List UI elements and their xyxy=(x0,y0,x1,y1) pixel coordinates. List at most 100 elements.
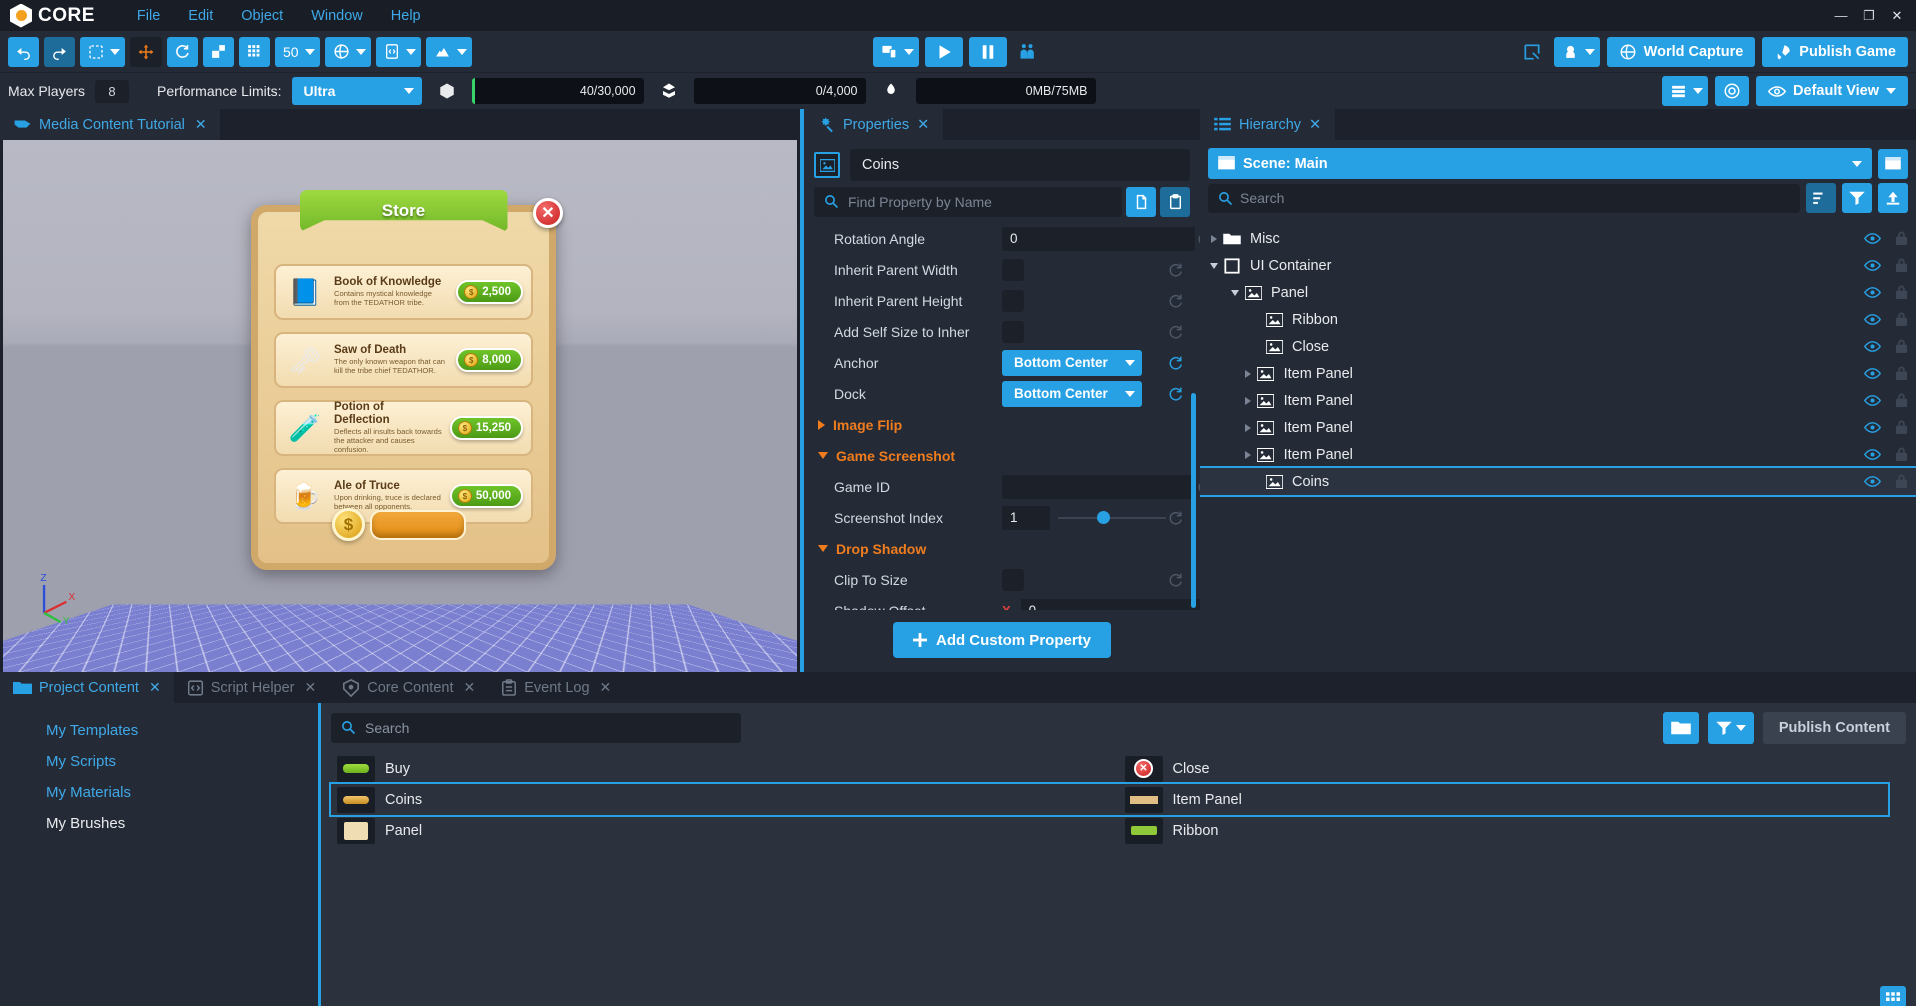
chevron-down-icon[interactable] xyxy=(356,49,366,55)
grid-size-dropdown[interactable]: 50 xyxy=(275,37,320,67)
chevron-down-icon[interactable] xyxy=(1206,263,1222,269)
grid-view-toggle[interactable] xyxy=(1880,986,1906,1006)
object-name-field[interactable] xyxy=(850,149,1190,181)
upload-button[interactable] xyxy=(1878,183,1908,213)
inherit-parent-width-checkbox[interactable] xyxy=(1002,259,1024,281)
hierarchy-item-ui-container[interactable]: UI Container xyxy=(1200,252,1916,279)
property-row-clip-to-size[interactable]: Clip To Size xyxy=(804,564,1186,595)
reset-button[interactable] xyxy=(1166,322,1186,342)
hierarchy-item-item-panel[interactable]: Item Panel xyxy=(1200,387,1916,414)
hierarchy-item-item-panel[interactable]: Item Panel xyxy=(1200,414,1916,441)
reset-button[interactable] xyxy=(1166,291,1186,311)
lock-icon[interactable] xyxy=(1895,285,1908,300)
menu-object[interactable]: Object xyxy=(227,4,297,28)
publish-game-button[interactable]: Publish Game xyxy=(1762,37,1908,67)
property-row-inherit-parent-height[interactable]: Inherit Parent Height xyxy=(804,285,1186,316)
coins-object[interactable]: $ xyxy=(332,508,365,541)
chevron-down-icon[interactable] xyxy=(1886,88,1896,94)
tab-core-content[interactable]: Core Content ✕ xyxy=(329,672,488,703)
lock-icon[interactable] xyxy=(1895,339,1908,354)
lock-icon[interactable] xyxy=(1895,258,1908,273)
property-row-screenshot-index[interactable]: Screenshot Index xyxy=(804,502,1186,533)
properties-scrollbar[interactable] xyxy=(1191,393,1196,608)
rotate-tool-button[interactable] xyxy=(167,37,198,67)
menu-edit[interactable]: Edit xyxy=(174,4,227,28)
buy-button[interactable] xyxy=(370,510,466,540)
max-players-value[interactable]: 8 xyxy=(95,80,129,103)
properties-list[interactable]: Rotation Angle Inherit Parent Width xyxy=(804,223,1200,610)
store-item-row[interactable]: 🗝 Saw of Death The only known weapon tha… xyxy=(274,332,533,388)
scale-tool-button[interactable] xyxy=(203,37,234,67)
asset-item-close[interactable]: ✕ Close xyxy=(1119,753,1907,784)
undo-button[interactable] xyxy=(8,37,39,67)
chevron-down-icon[interactable] xyxy=(110,49,120,55)
eye-icon[interactable] xyxy=(1864,340,1881,353)
folder-my-templates[interactable]: My Templates xyxy=(0,715,318,746)
close-icon[interactable]: ✕ xyxy=(600,679,612,696)
property-row-anchor[interactable]: Anchor Bottom Center xyxy=(804,347,1186,378)
chevron-right-icon[interactable] xyxy=(1240,451,1256,459)
scene-dropdown[interactable]: Scene: Main xyxy=(1208,148,1872,179)
chevron-down-icon[interactable] xyxy=(305,49,315,55)
close-icon[interactable]: ✕ xyxy=(917,117,929,133)
assets-filter-button[interactable] xyxy=(1708,712,1754,744)
close-icon[interactable]: ✕ xyxy=(305,679,317,696)
chevron-down-icon[interactable] xyxy=(1227,290,1243,296)
property-row-game-id[interactable]: Game ID xyxy=(804,471,1186,502)
lock-icon[interactable] xyxy=(1895,312,1908,327)
chevron-down-icon[interactable] xyxy=(406,49,416,55)
hierarchy-item-coins[interactable]: Coins xyxy=(1200,468,1916,495)
folder-list[interactable]: My Templates My Scripts My Materials My … xyxy=(0,703,318,1006)
assets-grid[interactable]: Buy Coins Panel xyxy=(321,753,1916,1006)
reset-button[interactable] xyxy=(1166,260,1186,280)
eye-icon[interactable] xyxy=(1864,259,1881,272)
3d-viewport[interactable]: Store ✕ 📘 Book of Knowledge Contains mys… xyxy=(3,140,797,672)
store-item-row[interactable]: 🧪 Potion of Deflection Deflects all insu… xyxy=(274,400,533,456)
hierarchy-search-input[interactable] xyxy=(1208,184,1800,213)
eye-icon[interactable] xyxy=(1864,313,1881,326)
store-panel[interactable]: Store ✕ 📘 Book of Knowledge Contains mys… xyxy=(251,205,556,570)
bot-button[interactable] xyxy=(1554,37,1600,67)
chevron-down-icon[interactable] xyxy=(1852,161,1862,167)
filter-button[interactable] xyxy=(1842,183,1872,213)
menu-help[interactable]: Help xyxy=(377,4,435,28)
close-icon[interactable]: ✕ xyxy=(1884,3,1910,29)
slider-knob[interactable] xyxy=(1097,511,1110,524)
tab-media-content-tutorial[interactable]: Media Content Tutorial ✕ xyxy=(0,109,220,140)
device-preview-button[interactable] xyxy=(873,37,919,67)
chevron-down-icon[interactable] xyxy=(1693,88,1703,94)
chevron-down-icon[interactable] xyxy=(1585,49,1595,55)
chevron-right-icon[interactable] xyxy=(818,420,825,430)
hierarchy-tree[interactable]: MiscUI ContainerPanelRibbonCloseItem Pan… xyxy=(1200,221,1916,672)
screenshot-index-field[interactable] xyxy=(1002,506,1050,530)
asset-item-item-panel[interactable]: Item Panel xyxy=(1119,784,1907,815)
add-scene-button[interactable] xyxy=(1878,149,1908,179)
publish-content-button[interactable]: Publish Content xyxy=(1763,712,1906,744)
multiplayer-preview-button[interactable] xyxy=(1013,37,1043,67)
grid-snap-button[interactable] xyxy=(239,37,270,67)
tab-project-content[interactable]: Project Content ✕ xyxy=(0,672,174,703)
find-property-input[interactable] xyxy=(814,187,1122,217)
lock-icon[interactable] xyxy=(1895,393,1908,408)
screenshot-frame-button[interactable] xyxy=(1517,37,1547,67)
script-button[interactable] xyxy=(376,37,421,67)
sort-button[interactable] xyxy=(1806,183,1836,213)
asset-item-panel[interactable]: Panel xyxy=(331,815,1119,846)
chevron-down-icon[interactable] xyxy=(818,545,828,552)
paste-properties-button[interactable] xyxy=(1160,187,1190,217)
folder-my-brushes[interactable]: My Brushes xyxy=(0,808,318,839)
chevron-down-icon[interactable] xyxy=(404,88,414,94)
store-item-row[interactable]: 📘 Book of Knowledge Contains mystical kn… xyxy=(274,264,533,320)
chevron-right-icon[interactable] xyxy=(1206,235,1222,243)
chevron-right-icon[interactable] xyxy=(1240,397,1256,405)
property-row-shadow-offset[interactable]: Shadow Offset X Y xyxy=(804,595,1186,610)
folder-my-scripts[interactable]: My Scripts xyxy=(0,746,318,777)
store-close-button[interactable]: ✕ xyxy=(533,198,563,228)
pause-button[interactable] xyxy=(969,37,1007,67)
minimize-icon[interactable]: — xyxy=(1828,3,1854,29)
eye-icon[interactable] xyxy=(1864,232,1881,245)
game-id-field[interactable] xyxy=(1002,475,1195,499)
close-icon[interactable]: ✕ xyxy=(1309,117,1321,133)
chevron-down-icon[interactable] xyxy=(818,452,828,459)
hierarchy-item-panel[interactable]: Panel xyxy=(1200,279,1916,306)
